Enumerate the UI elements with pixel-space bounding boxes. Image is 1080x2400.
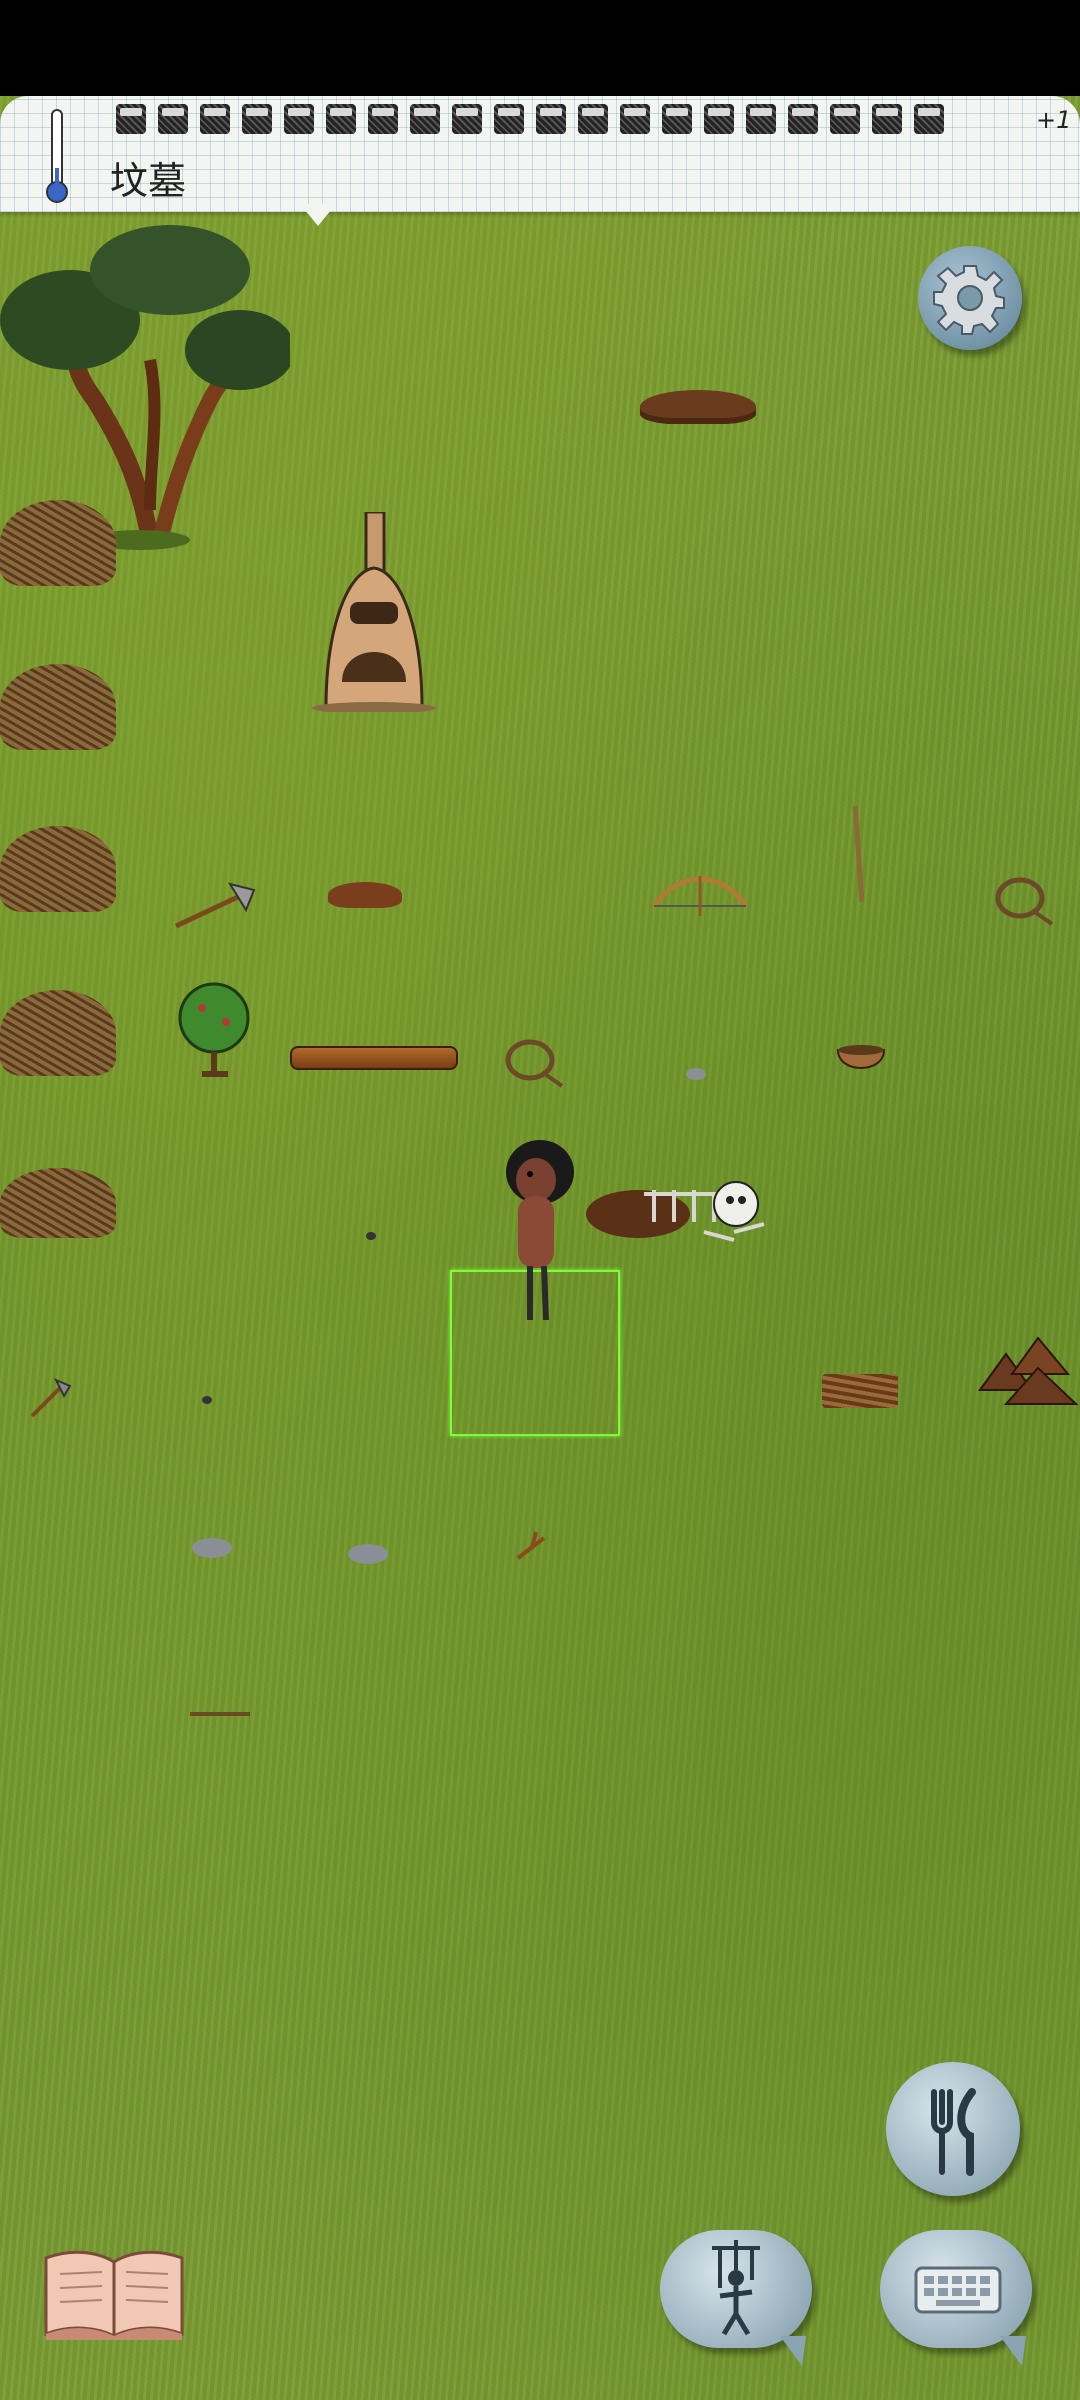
flint-chips[interactable] <box>348 1544 388 1564</box>
flint-chips[interactable] <box>202 1396 212 1404</box>
skeleton-grave[interactable] <box>584 1170 774 1254</box>
stick[interactable] <box>190 1712 250 1716</box>
kindling-pile[interactable] <box>0 500 116 586</box>
hunger-pip <box>368 104 398 134</box>
keyboard-icon <box>914 2266 1002 2314</box>
hunger-pip <box>788 104 818 134</box>
clay-deposit[interactable] <box>976 1334 1078 1408</box>
fork-knife-icon <box>931 2088 976 2176</box>
hunger-pip <box>116 104 146 134</box>
eat-button[interactable] <box>886 2062 1020 2196</box>
hunger-pip <box>704 104 734 134</box>
hunger-pip <box>158 104 188 134</box>
hunger-pip <box>830 104 860 134</box>
hunger-pip <box>284 104 314 134</box>
flint-chips[interactable] <box>686 1068 706 1080</box>
hunger-pip <box>872 104 902 134</box>
kindling-pile[interactable] <box>0 1168 116 1238</box>
hunger-pip <box>200 104 230 134</box>
branch[interactable] <box>514 1528 550 1564</box>
puppet-icon <box>712 2240 760 2336</box>
hunger-pip <box>536 104 566 134</box>
dug-soil[interactable] <box>328 882 402 908</box>
hunger-pip <box>410 104 440 134</box>
thermometer-icon <box>46 109 68 203</box>
status-bar <box>0 0 1080 96</box>
stone-hatchet[interactable] <box>28 1376 74 1420</box>
location-name: 坟墓 <box>110 159 187 203</box>
flint-chips[interactable] <box>366 1232 376 1240</box>
rope[interactable] <box>502 1034 566 1090</box>
hunger-pip <box>578 104 608 134</box>
top-bar-notch <box>300 204 336 226</box>
kindling-pile[interactable] <box>0 826 116 912</box>
hunger-pip <box>662 104 692 134</box>
chat-button[interactable] <box>880 2230 1032 2366</box>
firewood-bundle[interactable] <box>822 1374 898 1408</box>
player-character[interactable] <box>490 1136 590 1332</box>
hunger-pip <box>746 104 776 134</box>
hunger-pip <box>242 104 272 134</box>
butt-log[interactable] <box>290 1046 458 1070</box>
gear-icon <box>933 265 1005 335</box>
steel-axe[interactable] <box>170 876 260 932</box>
hunger-bonus: +1 <box>1036 106 1072 134</box>
hunger-pip <box>326 104 356 134</box>
gooseberry-bush[interactable] <box>172 978 256 1078</box>
juniper-tree[interactable] <box>0 210 290 550</box>
hunger-pip <box>452 104 482 134</box>
kindling-pile[interactable] <box>0 664 116 750</box>
adobe-kiln[interactable] <box>306 512 442 712</box>
clay-bowl[interactable] <box>836 1044 886 1076</box>
bow[interactable] <box>650 870 750 920</box>
hunger-pip <box>620 104 650 134</box>
settings-button[interactable] <box>918 246 1022 350</box>
emote-button[interactable] <box>660 2230 812 2366</box>
hunger-pip <box>914 104 944 134</box>
dug-soil[interactable] <box>640 390 756 424</box>
tech-tree-button[interactable] <box>42 2244 186 2340</box>
flint-chips[interactable] <box>192 1538 232 1558</box>
hunger-bar <box>116 104 944 138</box>
hunger-pip <box>494 104 524 134</box>
rope[interactable] <box>992 872 1056 928</box>
kindling-pile[interactable] <box>0 990 116 1076</box>
